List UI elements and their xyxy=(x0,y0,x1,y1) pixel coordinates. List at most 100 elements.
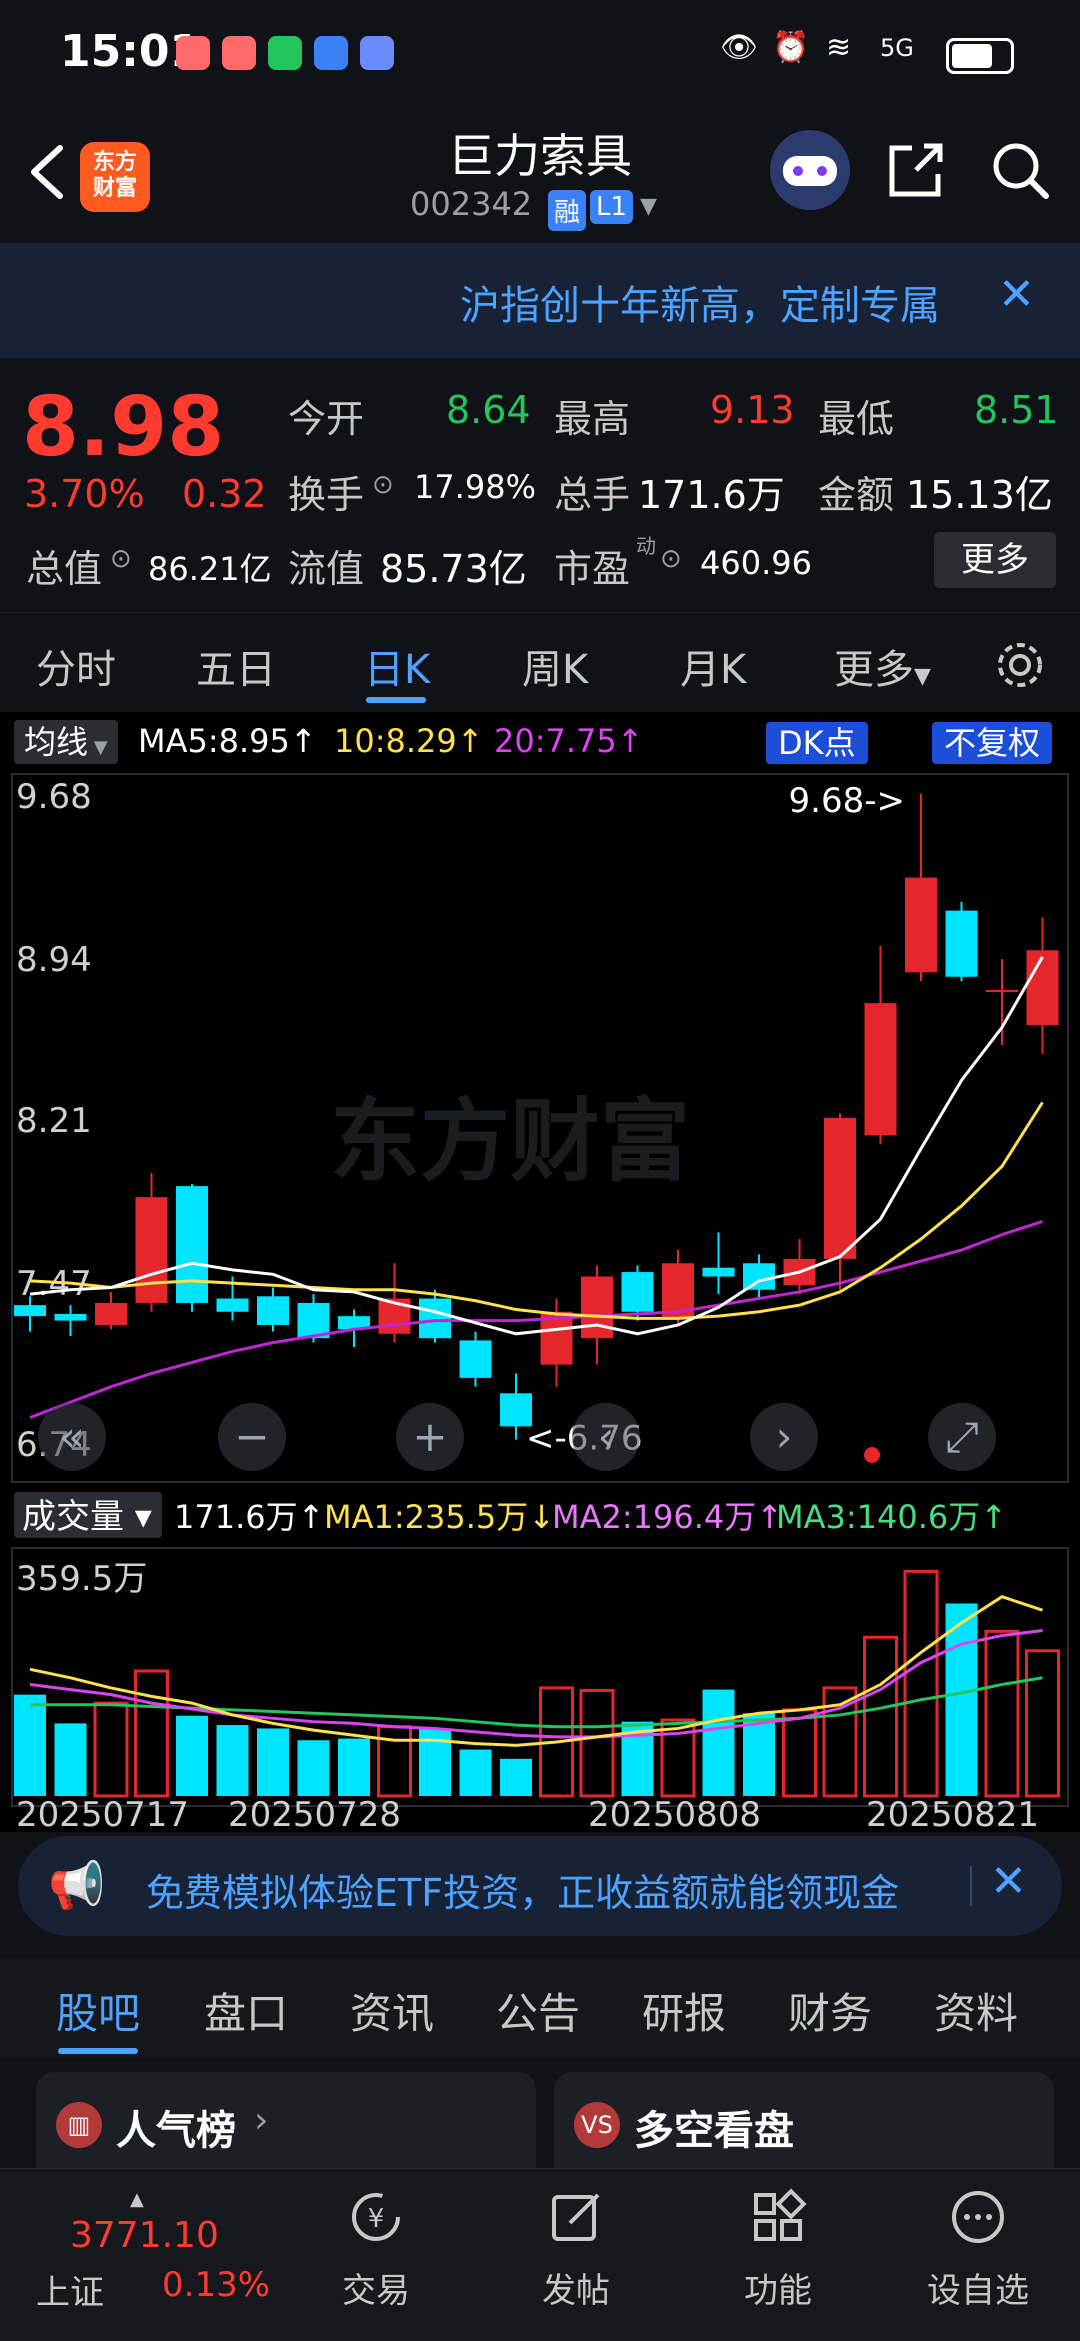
volume-max-label: 359.5万 xyxy=(16,1559,147,1599)
nav-functions[interactable]: 功能 xyxy=(678,2187,878,2312)
volume-bar xyxy=(134,1669,169,1798)
open-value: 8.64 xyxy=(446,388,531,432)
tab-monthly-k[interactable]: 月K xyxy=(680,637,746,695)
crosshair-plus-icon: + xyxy=(412,1412,447,1461)
battery-icon xyxy=(946,38,1014,74)
signal-label: 5G xyxy=(880,34,914,62)
y-tick-label: 9.68 xyxy=(16,777,92,817)
tab-guba[interactable]: 股吧 xyxy=(56,1980,140,2041)
info-icon[interactable]: ⊙ xyxy=(372,470,394,500)
amount-value: 15.13亿 xyxy=(906,473,1053,517)
close-icon[interactable]: ✕ xyxy=(998,269,1035,320)
volume-bar xyxy=(863,1635,898,1798)
kline-svg[interactable]: 东方财富9.688.948.217.476.749.68-><-6.76«−+‹… xyxy=(0,772,1080,1832)
volume-bar xyxy=(176,1715,208,1796)
more-button[interactable]: 更多 xyxy=(934,532,1056,588)
candle-body xyxy=(257,1296,289,1325)
chevron-down-icon: ▼ xyxy=(88,737,108,758)
change-amount: 0.32 xyxy=(182,472,267,516)
margin-tag: 融 xyxy=(548,190,587,231)
banner-text[interactable]: 沪指创十年新高，定制专属 xyxy=(460,273,940,331)
dk-point-button[interactable]: DK点 xyxy=(766,722,868,764)
low-label: 最低 xyxy=(818,397,895,441)
ma20-value: 20:7.75↑ xyxy=(494,722,644,760)
browser-icon xyxy=(314,36,348,70)
step-back-icon: ‹ xyxy=(598,1412,615,1461)
ma-selector[interactable]: 均线 ▼ xyxy=(14,720,118,764)
turnover-value: 17.98% xyxy=(414,468,537,506)
amount-label: 金额 xyxy=(818,473,895,517)
gear-icon[interactable] xyxy=(992,637,1048,693)
dropdown-caret-icon[interactable]: ▼ xyxy=(640,194,657,219)
tab-finance[interactable]: 财务 xyxy=(788,1980,872,2041)
volume-bar xyxy=(782,1708,817,1798)
ad-text[interactable]: 免费模拟体验ETF投资，正收益额就能领现金 xyxy=(146,1862,899,1917)
candle-body xyxy=(135,1197,168,1303)
candle-body xyxy=(702,1267,735,1277)
volume-selector-label: 成交量 ▾ xyxy=(22,1497,152,1537)
pe-label: 市盈 xyxy=(554,547,631,591)
nav-watchlist[interactable]: 设自选 xyxy=(878,2187,1078,2312)
index-quote[interactable]: ▲ 3771.10 上证 0.13% xyxy=(0,2169,270,2341)
wechat-icon xyxy=(268,36,302,70)
music-icon xyxy=(360,36,394,70)
card-title: 多空看盘 xyxy=(634,2108,794,2154)
open-label: 今开 xyxy=(288,397,365,441)
popularity-card[interactable]: ▥ 人气榜 › xyxy=(36,2072,536,2182)
tab-research[interactable]: 研报 xyxy=(642,1980,726,2041)
tab-daily-k[interactable]: 日K xyxy=(364,637,430,695)
robot-assistant-icon[interactable] xyxy=(770,130,850,210)
volume-bar xyxy=(459,1749,492,1796)
kline-chart-area[interactable]: 均线 ▼ MA5:8.95↑ 10:8.29↑ 20:7.75↑ DK点 不复权… xyxy=(0,712,1080,1832)
nav-trade[interactable]: ¥ 交易 xyxy=(276,2187,476,2312)
tab-five-day[interactable]: 五日 xyxy=(196,637,276,695)
candle-body xyxy=(1026,950,1059,1026)
stock-code[interactable]: 002342 xyxy=(410,185,532,223)
candle-body xyxy=(14,1305,46,1317)
volume-bar xyxy=(216,1725,249,1796)
nav-label: 交易 xyxy=(342,2271,410,2311)
volume-value: 171.6万 xyxy=(638,473,785,517)
volume-bar xyxy=(500,1758,532,1796)
scroll-left-icon: « xyxy=(59,1412,85,1461)
float-value: 85.73亿 xyxy=(380,547,527,591)
quote-panel: 8.98 3.70% 0.32 今开 8.64 最高 9.13 最低 8.51 … xyxy=(0,360,1080,610)
share-icon[interactable] xyxy=(886,140,946,200)
x-axis-date-label: 20250728 xyxy=(228,1795,401,1832)
info-icon[interactable]: ⊙ xyxy=(110,544,132,574)
ma10-value: 10:8.29↑ xyxy=(334,722,484,760)
popularity-chart-icon: ▥ xyxy=(56,2102,102,2148)
nav-label: 设自选 xyxy=(927,2271,1029,2311)
low-value: 8.51 xyxy=(974,388,1059,432)
info-icon[interactable]: ⊙ xyxy=(660,544,682,574)
tab-announcements[interactable]: 公告 xyxy=(496,1980,580,2041)
candle-body xyxy=(945,910,978,977)
high-label: 最高 xyxy=(554,397,631,441)
volume-label: 总手 xyxy=(554,473,631,517)
long-short-card[interactable]: VS 多空看盘 xyxy=(554,2072,1054,2182)
tab-pankou[interactable]: 盘口 xyxy=(204,1980,288,2041)
candle-body xyxy=(905,877,937,973)
tab-more[interactable]: 更多▼ xyxy=(834,637,931,695)
float-label: 流值 xyxy=(288,547,365,591)
etf-ad-banner[interactable]: 📢 免费模拟体验ETF投资，正收益额就能领现金 ✕ xyxy=(18,1836,1062,1936)
chevron-down-icon: ▼ xyxy=(914,664,931,689)
adjust-mode-button[interactable]: 不复权 xyxy=(932,722,1053,764)
tab-profile[interactable]: 资料 xyxy=(934,1980,1018,2041)
nav-post[interactable]: 发帖 xyxy=(476,2187,676,2312)
tab-news[interactable]: 资讯 xyxy=(350,1980,434,2041)
tab-weekly-k[interactable]: 周K xyxy=(522,637,588,695)
volume-bar xyxy=(984,1629,1020,1798)
marker-dot xyxy=(864,1447,880,1463)
promo-banner[interactable]: 沪指创十年新高，定制专属 ✕ xyxy=(0,243,1080,358)
turnover-label: 换手 xyxy=(288,473,365,517)
caret-up-icon: ▲ xyxy=(130,2189,144,2210)
tab-intraday[interactable]: 分时 xyxy=(36,637,116,695)
search-icon[interactable] xyxy=(988,138,1052,202)
close-icon[interactable]: ✕ xyxy=(990,1856,1027,1907)
mktcap-label: 总值 xyxy=(26,547,103,591)
y-tick-label: 8.21 xyxy=(16,1101,92,1141)
divider xyxy=(970,1866,972,1906)
wifi-icon: ≋ xyxy=(826,30,852,65)
high-value: 9.13 xyxy=(710,388,795,432)
